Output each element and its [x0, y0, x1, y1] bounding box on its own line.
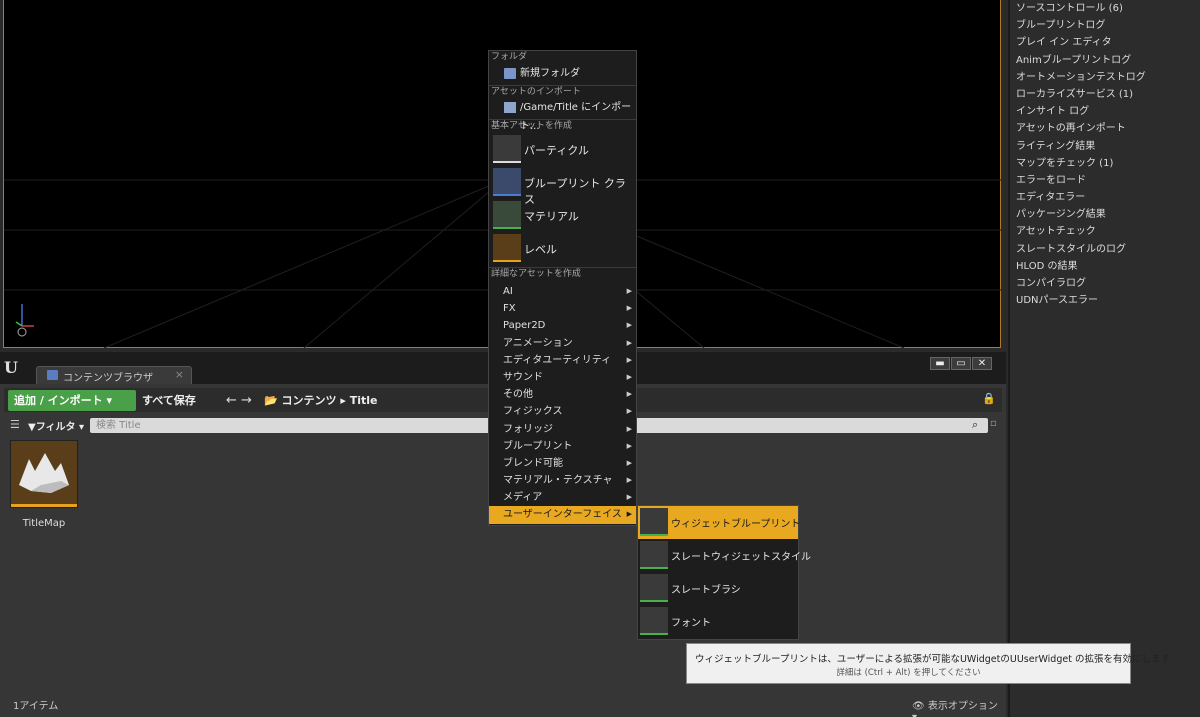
- log-list-item[interactable]: ソースコントロール (6): [1010, 0, 1200, 17]
- search-icon[interactable]: ⌕: [972, 418, 978, 432]
- chevron-right-icon: ▶: [626, 493, 632, 502]
- chevron-right-icon: ▶: [626, 390, 632, 399]
- level-icon: [493, 234, 521, 262]
- chevron-right-icon: ▶: [626, 372, 632, 381]
- submenu-item[interactable]: フォント: [638, 605, 798, 638]
- log-list-item[interactable]: スレートスタイルのログ: [1010, 241, 1200, 258]
- submenu-item[interactable]: スレートウィジェットスタイル: [638, 539, 811, 572]
- submenu-item[interactable]: スレートブラシ: [638, 572, 798, 605]
- save-all-button[interactable]: すべて保存: [138, 390, 218, 411]
- advanced-category-item[interactable]: FX ▶: [489, 300, 636, 317]
- asset-name: TitleMap: [22, 518, 66, 529]
- advanced-category-item[interactable]: ブループリント ▶: [489, 438, 636, 455]
- log-list-item[interactable]: UDNパースエラー: [1010, 292, 1200, 309]
- particle-item[interactable]: パーティクル: [489, 133, 636, 166]
- chevron-right-icon: ▶: [626, 458, 632, 467]
- sources-toggle-icon[interactable]: ☰: [10, 418, 20, 431]
- asset-thumbnail[interactable]: [10, 440, 78, 508]
- add-import-button[interactable]: 追加 / インポート ▾: [8, 390, 136, 411]
- lock-icon[interactable]: 🔒: [982, 392, 996, 405]
- minimize-button[interactable]: ▬: [930, 357, 950, 370]
- chevron-right-icon: ▶: [626, 407, 632, 416]
- chevron-right-icon: ▶: [626, 304, 632, 313]
- close-window-button[interactable]: ✕: [972, 357, 992, 370]
- slate-brush-icon: [640, 574, 668, 602]
- message-log-list: ソースコントロール (6) ブループリントログ プレイ イン エディタ Animブルー…: [1008, 0, 1200, 717]
- advanced-category-item[interactable]: アニメーション ▶: [489, 335, 636, 352]
- breadcrumb[interactable]: 📂 コンテンツ ▸ Title: [264, 390, 377, 411]
- material-item[interactable]: マテリアル: [489, 199, 636, 232]
- widget-blueprint-icon: [640, 508, 668, 536]
- advanced-category-item[interactable]: Paper2D ▶: [489, 317, 636, 334]
- log-list-item[interactable]: インサイト ログ: [1010, 103, 1200, 120]
- blueprint-class-item[interactable]: ブループリント クラス: [489, 166, 636, 206]
- blueprint-icon: [493, 168, 521, 196]
- import-icon: [504, 102, 516, 113]
- advanced-category-item[interactable]: サウンド ▶: [489, 369, 636, 386]
- advanced-category-item[interactable]: マテリアル・テクスチャ ▶: [489, 472, 636, 489]
- log-list-item[interactable]: ブループリントログ: [1010, 17, 1200, 34]
- filter-button[interactable]: ▼フィルタ ▾: [28, 418, 84, 433]
- advanced-category-item[interactable]: その他 ▶: [489, 386, 636, 403]
- view-options-button[interactable]: 👁 表示オプション ▾: [912, 697, 1006, 717]
- slate-style-icon: [640, 541, 668, 569]
- advanced-category-item[interactable]: メディア ▶: [489, 489, 636, 506]
- content-browser-icon: [47, 370, 58, 380]
- save-search-icon[interactable]: ▫: [990, 418, 997, 429]
- advanced-category-item[interactable]: ブレンド可能 ▶: [489, 455, 636, 472]
- item-count: 1アイテム: [13, 701, 59, 712]
- section-header-advanced: 詳細なアセットを作成: [489, 267, 636, 284]
- unreal-logo-icon: U: [4, 358, 18, 377]
- particle-icon: [493, 135, 521, 163]
- axis-gizmo-icon: [15, 304, 34, 337]
- submenu-item[interactable]: ウィジェットブループリント: [638, 506, 800, 539]
- new-folder-item[interactable]: 新規フォルダ: [489, 64, 636, 83]
- advanced-category-item[interactable]: ユーザーインターフェイス ▶: [489, 506, 636, 524]
- log-list-item[interactable]: アセットの再インポート: [1010, 120, 1200, 137]
- advanced-category-item[interactable]: AI ▶: [489, 283, 636, 300]
- log-list-item[interactable]: マップをチェック (1): [1010, 155, 1200, 172]
- advanced-category-item[interactable]: エディタユーティリティ ▶: [489, 352, 636, 369]
- font-icon: [640, 607, 668, 635]
- material-icon: [493, 201, 521, 229]
- chevron-right-icon: ▶: [626, 287, 632, 295]
- log-list-item[interactable]: エラーをロード: [1010, 172, 1200, 189]
- import-item[interactable]: /Game/Title にインポート...: [489, 98, 636, 132]
- folder-icon: [504, 68, 516, 79]
- tab-label: コンテンツブラウザ: [63, 373, 153, 384]
- tab-content-browser[interactable]: コンテンツブラウザ ×: [36, 366, 192, 384]
- advanced-category-item[interactable]: フォリッジ ▶: [489, 421, 636, 438]
- history-arrows[interactable]: ← →: [226, 390, 258, 411]
- tooltip: ウィジェットブループリントは、ユーザーによる拡張が可能なUWidgetのUUse…: [686, 643, 1170, 684]
- maximize-button[interactable]: ▭: [951, 357, 971, 370]
- map-icon: [19, 453, 69, 493]
- advanced-category-item[interactable]: フィジックス ▶: [489, 403, 636, 420]
- context-menu: フォルダ 新規フォルダ アセットのインポート /Game/Title にインポー…: [488, 50, 637, 526]
- log-list-item[interactable]: パッケージング結果: [1010, 206, 1200, 223]
- chevron-right-icon: ▶: [626, 510, 632, 519]
- chevron-right-icon: ▶: [626, 441, 632, 450]
- log-list-item[interactable]: コンパイラログ: [1010, 275, 1200, 292]
- tooltip-text: ウィジェットブループリントは、ユーザーによる拡張が可能なUWidgetのUUse…: [695, 654, 1170, 665]
- log-list-item[interactable]: アセットチェック: [1010, 223, 1200, 240]
- chevron-right-icon: ▶: [626, 321, 632, 330]
- tab-close-button[interactable]: ×: [175, 368, 184, 381]
- log-list-item[interactable]: ローカライズサービス (1): [1010, 86, 1200, 103]
- log-list-item[interactable]: HLOD の結果: [1010, 258, 1200, 275]
- log-list-item[interactable]: エディタエラー: [1010, 189, 1200, 206]
- log-list-item[interactable]: オートメーションテストログ: [1010, 69, 1200, 86]
- chevron-right-icon: ▶: [626, 424, 632, 433]
- tooltip-hint: 詳細は (Ctrl + Alt) を押してください: [836, 668, 981, 678]
- chevron-right-icon: ▶: [626, 338, 632, 347]
- log-list-item[interactable]: Animブループリントログ: [1010, 52, 1200, 69]
- chevron-right-icon: ▶: [626, 355, 632, 364]
- user-interface-submenu: ウィジェットブループリント スレートウィジェットスタイル スレートブラシ フォント: [637, 505, 811, 640]
- log-list-item[interactable]: プレイ イン エディタ: [1010, 34, 1200, 51]
- level-item[interactable]: レベル: [489, 232, 636, 265]
- chevron-right-icon: ▶: [626, 476, 632, 485]
- log-list-item[interactable]: ライティング結果: [1010, 138, 1200, 155]
